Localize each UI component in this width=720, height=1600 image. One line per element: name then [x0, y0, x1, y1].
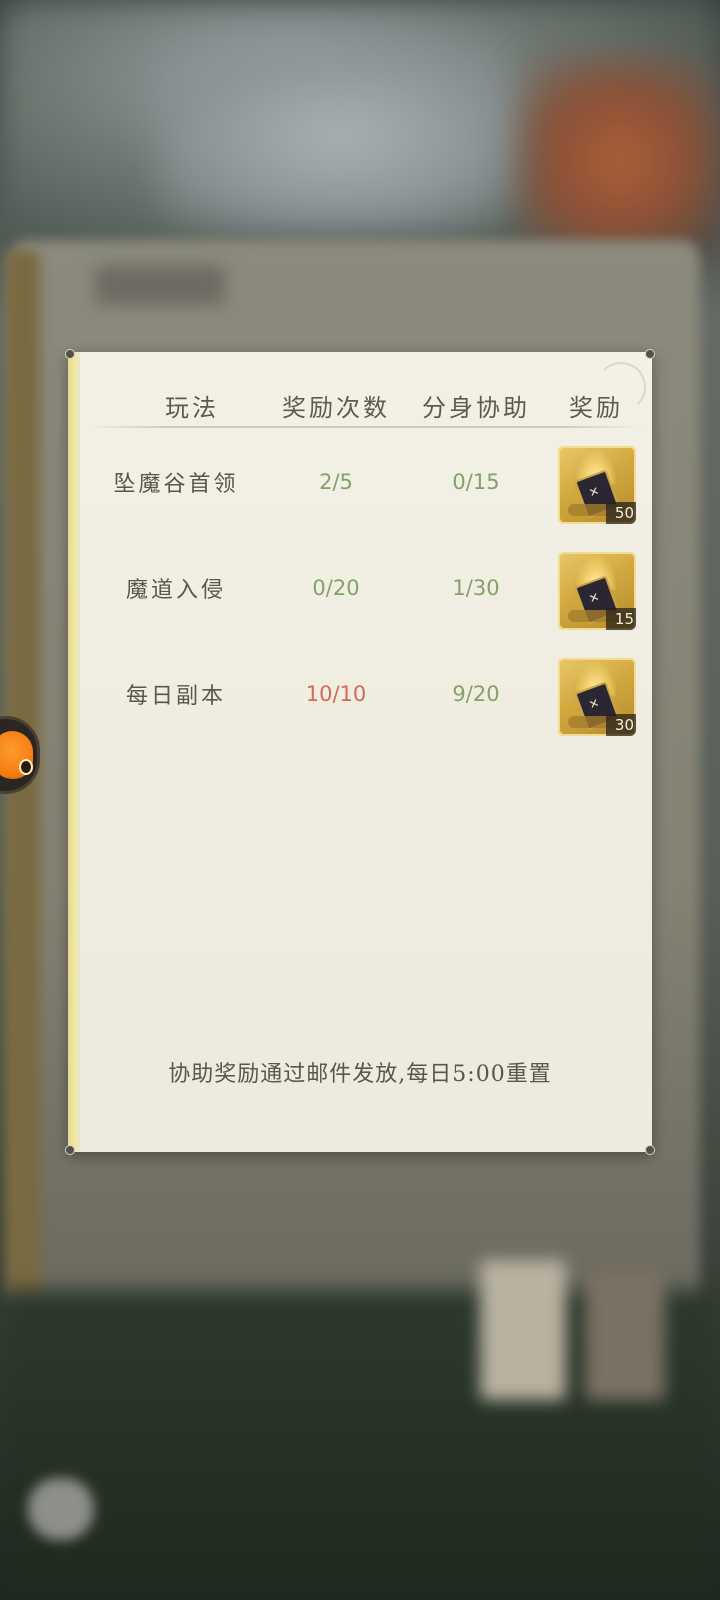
background-faint-title — [95, 265, 225, 305]
reward-quantity: 15 — [606, 608, 636, 630]
reward-count-value: 0/20 — [312, 576, 360, 600]
table-row: 魔道入侵 0/20 1/30 15 — [86, 550, 646, 630]
background-card — [585, 1270, 665, 1400]
corner-ornament — [645, 349, 655, 359]
header-clone-assist: 分身协助 — [422, 394, 530, 422]
header-reward-count: 奖励次数 — [282, 394, 390, 422]
reward-item-slot[interactable]: 50 — [558, 446, 636, 524]
assist-count-value: 1/30 — [452, 576, 500, 600]
corner-ornament — [65, 1145, 75, 1155]
reward-item-slot[interactable]: 15 — [558, 552, 636, 630]
background-building — [160, 40, 520, 230]
corner-ornament — [65, 349, 75, 359]
reward-quantity: 30 — [606, 714, 636, 736]
corner-ornament — [645, 1145, 655, 1155]
reward-reset-note: 协助奖励通过邮件发放,每日5:00重置 — [168, 1062, 552, 1087]
reward-count-value: 10/10 — [305, 682, 367, 706]
dialog-gold-edge — [68, 352, 80, 1152]
header-divider — [86, 426, 644, 428]
header-reward: 奖励 — [569, 394, 623, 422]
assist-reward-dialog: 玩法 奖励次数 分身协助 奖励 坠魔谷首领 2/5 0/15 50 魔道入侵 0… — [65, 349, 655, 1155]
background-tree — [520, 60, 720, 260]
background-avatar — [28, 1478, 94, 1540]
assist-count-value: 0/15 — [452, 470, 500, 494]
reward-count-value: 2/5 — [319, 470, 353, 494]
reward-quantity: 50 — [606, 502, 636, 524]
mascot-eye — [19, 759, 33, 775]
play-name: 每日副本 — [125, 684, 226, 709]
header-play: 玩法 — [165, 394, 219, 422]
table-header: 玩法 奖励次数 分身协助 奖励 — [86, 382, 646, 426]
play-name: 坠魔谷首领 — [113, 472, 239, 497]
reward-item-slot[interactable]: 30 — [558, 658, 636, 736]
play-name: 魔道入侵 — [125, 578, 226, 603]
table-row: 坠魔谷首领 2/5 0/15 50 — [86, 444, 646, 524]
table-row: 每日副本 10/10 9/20 30 — [86, 656, 646, 736]
background-card — [480, 1260, 566, 1400]
game-screen: 玩法 奖励次数 分身协助 奖励 坠魔谷首领 2/5 0/15 50 魔道入侵 0… — [0, 0, 720, 1600]
mascot-icon — [0, 731, 33, 779]
assist-count-value: 9/20 — [452, 682, 500, 706]
